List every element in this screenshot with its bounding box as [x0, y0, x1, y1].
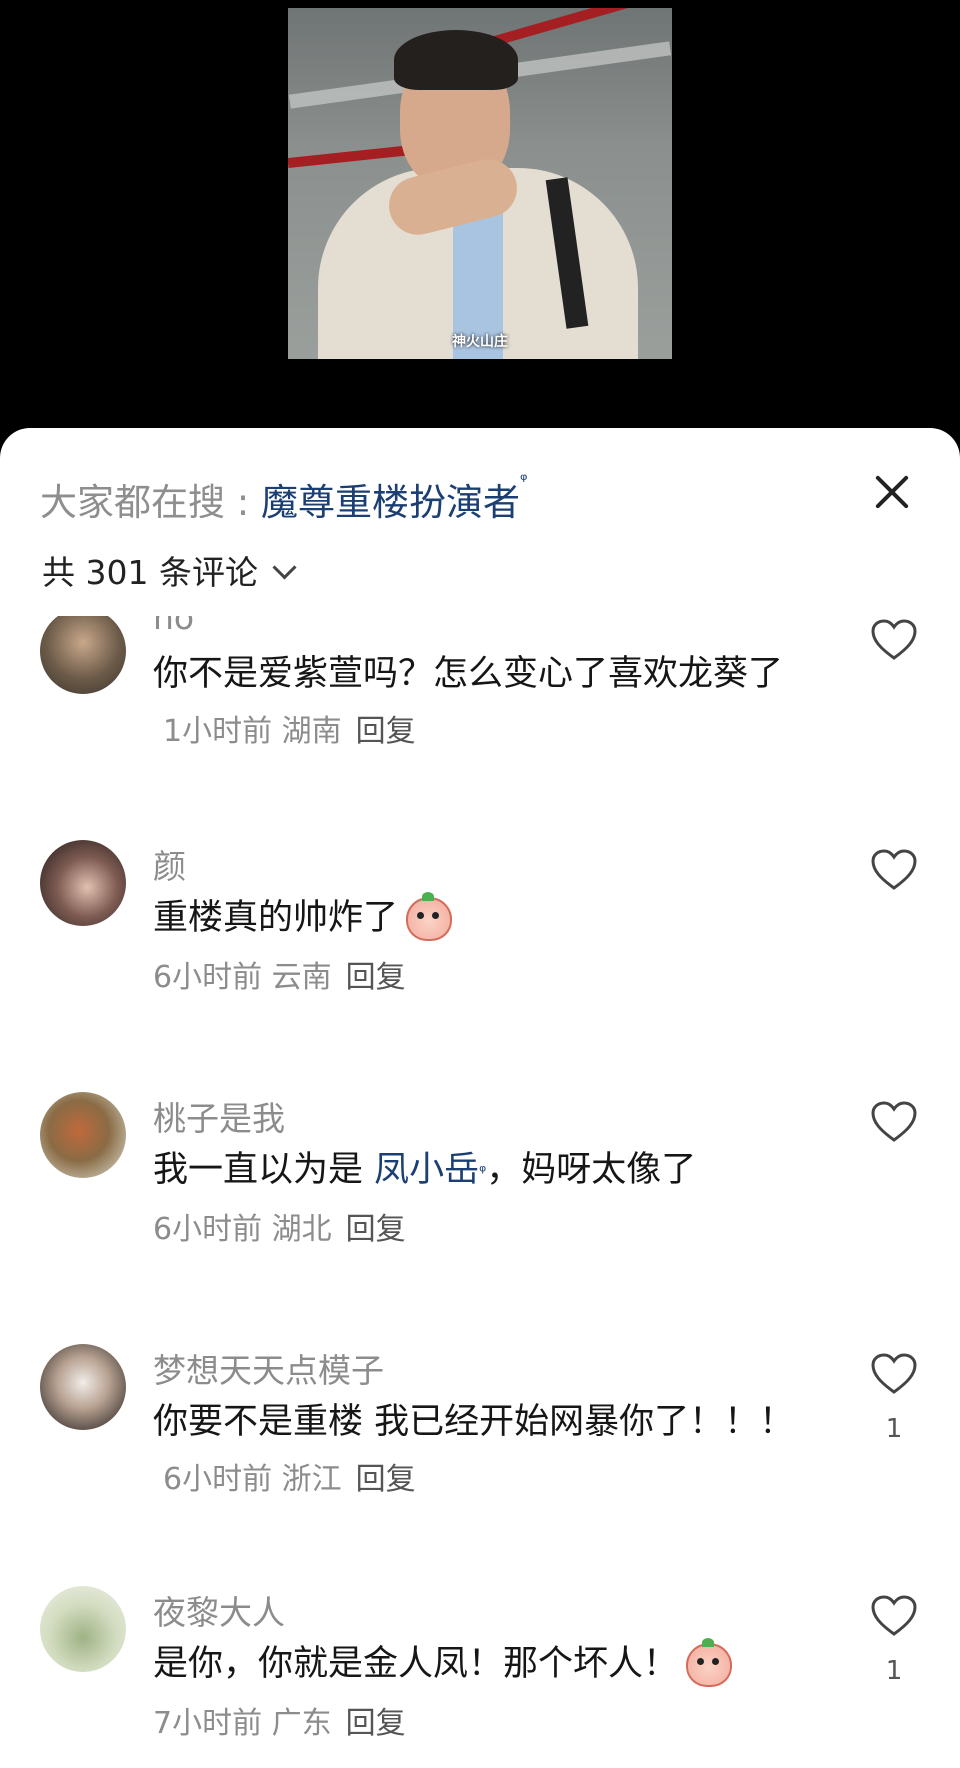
heart-icon[interactable] — [870, 1352, 918, 1396]
avatar[interactable] — [40, 616, 126, 694]
comment-time: 6小时前 — [153, 1212, 263, 1247]
video-caption: 神火山庄 — [452, 334, 508, 350]
comment-list[interactable]: no 你不是爱紫萱吗？怎么变心了喜欢龙葵了1小时前 湖南 回复 颜 重楼真的帅炸了… — [0, 616, 960, 1768]
thinking-peach-emoji — [686, 1638, 733, 1687]
comment-body-after: ，妈呀太像了 — [486, 1150, 697, 1190]
reply-button[interactable]: 回复 — [356, 714, 416, 749]
comment-text: 你要不是重楼 我已经开始网暴你了！！！ 6小时前 浙江 回复 — [153, 1394, 833, 1508]
avatar[interactable] — [40, 840, 126, 926]
comment-count-label: 共 301 条评论 — [42, 553, 258, 592]
comment-time: 1小时前 — [163, 714, 273, 749]
comment-body: 你不是爱紫萱吗？怎么变心了喜欢龙葵了 — [153, 654, 784, 694]
comment-username[interactable]: 颜 — [153, 840, 186, 888]
comment-time: 7小时前 — [153, 1706, 263, 1741]
search-prefix: 大家都在搜 : — [40, 481, 261, 524]
avatar[interactable] — [40, 1092, 126, 1178]
reply-button[interactable]: 回复 — [346, 960, 406, 995]
reply-button[interactable]: 回复 — [356, 1462, 416, 1497]
search-suggestion[interactable]: 大家都在搜 : 魔尊重楼扮演者ᵠ — [40, 470, 528, 526]
comment-text: 是你，你就是金人凤！那个坏人！ — [153, 1636, 833, 1692]
video-thumbnail[interactable]: 神火山庄 — [288, 8, 672, 359]
comment-time: 6小时前 — [153, 960, 263, 995]
avatar[interactable] — [40, 1586, 126, 1672]
comment-count-sort[interactable]: 共 301 条评论 — [42, 546, 297, 594]
comment-location: 浙江 — [281, 1462, 342, 1497]
comment-time: 6小时前 — [163, 1462, 273, 1497]
like-count: 1 — [885, 1414, 903, 1444]
comment-meta-line: 6小时前 湖北 回复 — [153, 1200, 833, 1258]
comment-meta: 7小时前 广东 回复 — [153, 1706, 406, 1741]
heart-icon[interactable] — [870, 1100, 918, 1144]
search-icon: ᵠ — [479, 1162, 487, 1182]
mention-link[interactable]: 凤小岳 — [374, 1150, 479, 1190]
comment-body: 重楼真的帅炸了 — [153, 898, 399, 938]
search-icon: ᵠ — [520, 470, 528, 491]
comment-meta: 6小时前 湖北 回复 — [153, 1212, 406, 1247]
video-area[interactable]: 神火山庄 — [0, 0, 960, 440]
chevron-down-icon — [272, 554, 297, 580]
comment-meta-line: 7小时前 广东 回复 — [153, 1694, 833, 1752]
comment-meta: 6小时前 浙江 回复 — [163, 1462, 416, 1497]
comment-meta: 6小时前 云南 回复 — [153, 960, 406, 995]
comment-location: 云南 — [271, 960, 332, 995]
comment-username[interactable]: 梦想天天点模子 — [153, 1344, 384, 1392]
comment-text: 我一直以为是 凤小岳ᵠ，妈呀太像了 — [153, 1142, 833, 1198]
comment-text: 你不是爱紫萱吗？怎么变心了喜欢龙葵了 1小时前 湖南 回复 — [153, 646, 833, 760]
comment-meta: 1小时前 湖南 回复 — [163, 714, 416, 749]
comment-body-before: 我一直以为是 — [153, 1150, 375, 1190]
person-hair — [394, 30, 518, 90]
cry-peach-emoji — [406, 892, 453, 941]
heart-icon[interactable] — [870, 618, 918, 662]
comment-username[interactable]: no — [153, 616, 194, 637]
comment-location: 湖北 — [271, 1212, 332, 1247]
heart-icon[interactable] — [870, 848, 918, 892]
comment-text: 重楼真的帅炸了 — [153, 890, 833, 946]
comment-username[interactable]: 夜黎大人 — [153, 1586, 285, 1634]
comment-location: 湖南 — [281, 714, 342, 749]
reply-button[interactable]: 回复 — [346, 1212, 406, 1247]
comment-sheet: 大家都在搜 : 魔尊重楼扮演者ᵠ 共 301 条评论 no 你不是爱紫萱吗？怎么… — [0, 428, 960, 1768]
heart-icon[interactable] — [870, 1594, 918, 1638]
comment-meta-line: 6小时前 云南 回复 — [153, 948, 833, 1006]
search-term-link[interactable]: 魔尊重楼扮演者 — [261, 481, 520, 524]
like-count: 1 — [885, 1656, 903, 1686]
comment-location: 广东 — [271, 1706, 332, 1741]
avatar[interactable] — [40, 1344, 126, 1430]
reply-button[interactable]: 回复 — [346, 1706, 406, 1741]
comment-username[interactable]: 桃子是我 — [153, 1092, 285, 1140]
comment-body: 是你，你就是金人凤！那个坏人！ — [153, 1644, 679, 1684]
close-icon[interactable] — [868, 468, 916, 516]
comment-body: 你要不是重楼 我已经开始网暴你了！！！ — [153, 1402, 795, 1442]
